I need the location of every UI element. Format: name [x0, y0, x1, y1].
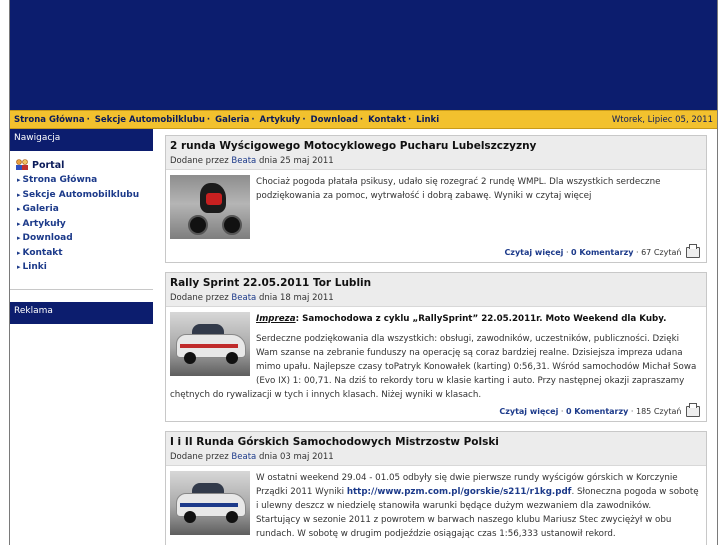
article-title[interactable]: 2 runda Wyścigowego Motocyklowego Puchar… — [170, 140, 700, 152]
reads-count: 67 Czytań — [641, 248, 682, 257]
article-date: dnia 03 maj 2011 — [258, 452, 334, 462]
sidebar-item-kontakt[interactable]: ▸ Kontakt — [15, 246, 148, 261]
sidebar-item-label: Linki — [22, 262, 47, 272]
arrow-right-icon: ▸ — [17, 263, 21, 271]
sidebar-item-label: Sekcje Automobilklubu — [22, 189, 140, 200]
sidebar-item-download[interactable]: ▸ Download — [15, 231, 148, 246]
article-footer: Czytaj więcej · 0 Komentarzy · 67 Czytań — [166, 244, 706, 262]
article-body: W ostatni weekend 29.04 - 01.05 odbyły s… — [166, 466, 706, 545]
sidebar-item-label: Kontakt — [22, 247, 63, 258]
news-article: I i II Runda Górskich Samochodowych Mist… — [165, 431, 707, 545]
top-nav-download[interactable]: Download — [311, 115, 358, 125]
article-thumbnail-hillclimb-car[interactable] — [170, 471, 250, 535]
portal-heading: Portal — [15, 159, 148, 171]
meta-prefix: Dodane przez — [170, 452, 229, 462]
comments-link[interactable]: 0 Komentarzy — [571, 248, 633, 257]
top-nav-strona-glowna[interactable]: Strona Główna — [14, 115, 85, 125]
sidebar-item-artykuly[interactable]: ▸ Artykuły — [15, 217, 148, 232]
article-body: Impreza: Samochodowa z cyklu „RallySprin… — [166, 307, 706, 406]
sidebar-item-label: Strona Główna — [22, 175, 98, 185]
top-nav-kontakt[interactable]: Kontakt — [368, 115, 406, 125]
article-meta: Dodane przez Beata dnia 18 maj 2011 — [170, 293, 700, 303]
article-date: dnia 18 maj 2011 — [258, 293, 334, 303]
article-text: Startujący w sezonie 2011 z powrotem w b… — [256, 515, 672, 539]
sidebar-item-sekcje[interactable]: ▸ Sekcje Automobilklubu — [15, 188, 148, 203]
sidebar-item-label: Download — [22, 233, 73, 243]
print-icon[interactable] — [686, 244, 700, 258]
arrow-right-icon: ▸ — [17, 176, 21, 184]
top-nav-linki[interactable]: Linki — [416, 115, 439, 125]
top-nav-links: Strona Główna · Sekcje Automobilklubu · Ga… — [14, 114, 440, 125]
article-title[interactable]: I i II Runda Górskich Samochodowych Mist… — [170, 436, 700, 448]
top-nav-galeria[interactable]: Galeria — [215, 115, 249, 125]
sidebar-item-linki[interactable]: ▸ Linki — [15, 260, 148, 275]
article-text: Chociaż pogoda płatała psikusy, udało si… — [256, 177, 661, 201]
article-author-link[interactable]: Beata — [231, 156, 256, 166]
meta-prefix: Dodane przez — [170, 156, 229, 166]
article-author-link[interactable]: Beata — [231, 293, 256, 303]
portal-label: Portal — [32, 159, 65, 171]
article-meta: Dodane przez Beata dnia 03 maj 2011 — [170, 452, 700, 462]
current-date: Wtorek, Lipiec 05, 2011 — [611, 114, 713, 125]
article-body: Chociaż pogoda płatała psikusy, udało si… — [166, 170, 706, 247]
sidebar-item-label: Artykuły — [22, 218, 66, 229]
sidebar-reklama-title: Reklama — [10, 301, 153, 324]
news-article: Rally Sprint 22.05.2011 Tor Lublin Dodan… — [165, 272, 707, 422]
article-header: I i II Runda Górskich Samochodowych Mist… — [166, 432, 706, 466]
top-navigation-bar: Strona Główna · Sekcje Automobilklubu · Ga… — [10, 110, 717, 129]
comments-link[interactable]: 0 Komentarzy — [566, 407, 628, 416]
sidebar-nav-box: Portal ▸ Strona Główna ▸ Sekcje Automobilk… — [10, 151, 153, 290]
article-footer: Czytaj więcej · 0 Komentarzy · 185 Czyta… — [166, 403, 706, 421]
header-banner — [10, 0, 717, 110]
sidebar-item-label: Galeria — [22, 204, 59, 214]
sidebar-item-strona-glowna[interactable]: ▸ Strona Główna — [15, 173, 148, 188]
article-thumbnail-motorcycle[interactable] — [170, 175, 250, 239]
main-content: 2 runda Wyścigowego Motocyklowego Puchar… — [153, 129, 717, 545]
lead-text: : Samochodowa z cyklu „RallySprint” 22.0… — [295, 314, 667, 324]
arrow-right-icon: ▸ — [17, 234, 21, 242]
page-frame: Strona Główna · Sekcje Automobilklubu · Ga… — [9, 0, 718, 545]
arrow-right-icon: ▸ — [17, 248, 21, 257]
top-nav-sekcje[interactable]: Sekcje Automobilklubu — [95, 115, 205, 125]
article-header: Rally Sprint 22.05.2011 Tor Lublin Dodan… — [166, 273, 706, 307]
article-title[interactable]: Rally Sprint 22.05.2011 Tor Lublin — [170, 277, 700, 289]
arrow-right-icon: ▸ — [17, 190, 21, 199]
read-more-link[interactable]: Czytaj więcej — [504, 248, 563, 257]
news-article: 2 runda Wyścigowego Motocyklowego Puchar… — [165, 135, 707, 263]
reads-count: 185 Czytań — [636, 407, 682, 416]
top-nav-artykuly[interactable]: Artykuły — [260, 115, 301, 125]
sidebar-nav-title: Nawigacja — [10, 129, 153, 151]
arrow-right-icon: ▸ — [17, 205, 21, 213]
results-pdf-link[interactable]: http://www.pzm.com.pl/gorskie/s211/r1kg.… — [347, 487, 572, 497]
read-more-link[interactable]: Czytaj więcej — [499, 407, 558, 416]
article-author-link[interactable]: Beata — [231, 452, 256, 462]
portal-people-icon — [15, 159, 29, 171]
sidebar-item-galeria[interactable]: ▸ Galeria — [15, 202, 148, 217]
sidebar: Nawigacja Portal ▸ Strona Główna ▸ Sekcje … — [10, 129, 153, 545]
print-icon[interactable] — [686, 403, 700, 417]
article-header: 2 runda Wyścigowego Motocyklowego Puchar… — [166, 136, 706, 170]
meta-prefix: Dodane przez — [170, 293, 229, 303]
article-date: dnia 25 maj 2011 — [258, 156, 334, 166]
lead-emphasis: Impreza — [256, 314, 296, 324]
article-thumbnail-rally-car[interactable] — [170, 312, 250, 376]
arrow-right-icon: ▸ — [17, 219, 21, 228]
article-meta: Dodane przez Beata dnia 25 maj 2011 — [170, 156, 700, 166]
